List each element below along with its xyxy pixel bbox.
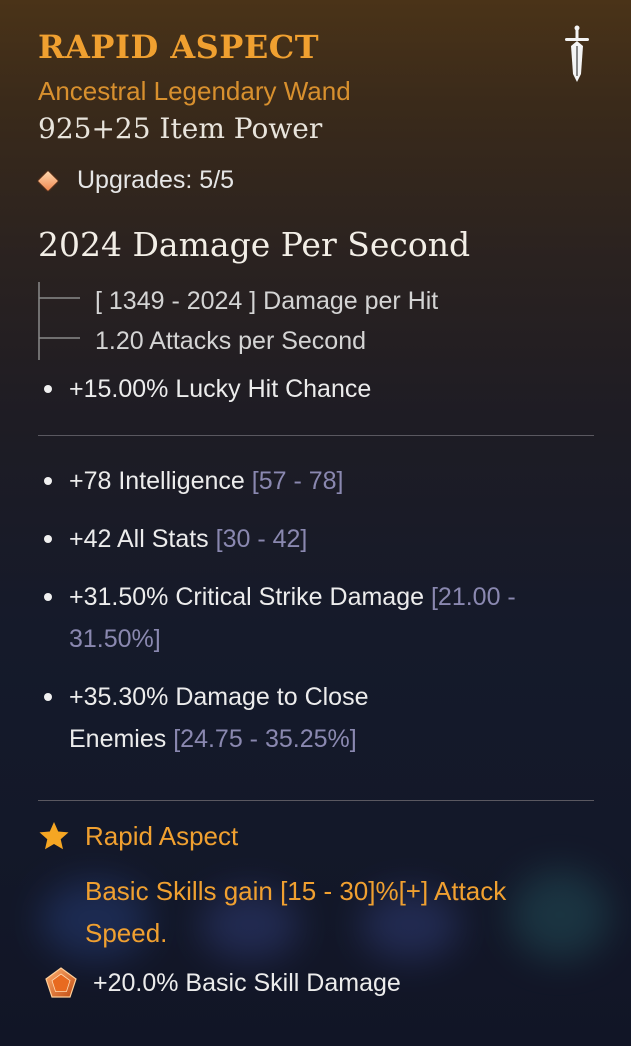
bullet-icon — [44, 693, 52, 701]
aspect-description: Basic Skills gain [15 - 30]%[+] Attack S… — [85, 876, 507, 948]
affix-text: +15.00% Lucky Hit Chance — [69, 375, 372, 403]
affix-text: +78 Intelligence — [69, 467, 252, 495]
upgrades-row: Upgrades: 5/5 — [38, 166, 234, 195]
upgrades-label: Upgrades: 5/5 — [77, 166, 235, 194]
item-title: RAPID ASPECT — [38, 28, 320, 66]
socketed-gem-row: +20.0% Basic Skill Damage — [44, 966, 401, 1000]
gem-bonus-text: +20.0% Basic Skill Damage — [93, 968, 401, 997]
bullet-icon — [44, 535, 52, 543]
aspect-header: Rapid Aspect — [38, 820, 238, 852]
star-icon — [39, 822, 69, 850]
bullet-icon — [44, 385, 52, 393]
damage-per-hit: [ 1349 - 2024 ] Damage per Hit — [95, 287, 439, 315]
item-power: 925+25 Item Power — [38, 112, 323, 145]
dagger-icon — [565, 25, 589, 82]
bullet-icon — [44, 477, 52, 485]
affix-row: +35.30% Damage to Close Enemies [24.75 -… — [44, 676, 444, 760]
affix-row: +42 All Stats [30 - 42] — [44, 518, 584, 560]
attacks-per-second: 1.20 Attacks per Second — [95, 327, 367, 355]
item-subtitle: Ancestral Legendary Wand — [38, 76, 351, 106]
affix-range: [57 - 78] — [251, 467, 344, 495]
item-tooltip: RAPID ASPECT Ancestral Legendary Wand 92… — [0, 0, 631, 1046]
affix-row: +78 Intelligence [57 - 78] — [44, 460, 584, 502]
divider — [38, 800, 594, 801]
affix-range: [24.75 - 35.25%] — [173, 725, 357, 753]
upgrade-diamond-icon — [38, 170, 58, 191]
affix-row: +31.50% Critical Strike Damage [21.00 - … — [44, 576, 584, 660]
implicit-affix: +15.00% Lucky Hit Chance — [44, 368, 584, 410]
affix-text: +42 All Stats — [69, 525, 216, 553]
divider — [38, 435, 594, 436]
stat-branch-lines — [38, 282, 80, 360]
pentagon-gem-icon — [45, 967, 77, 998]
damage-per-second: 2024 Damage Per Second — [38, 225, 471, 264]
bullet-icon — [44, 593, 52, 601]
aspect-name: Rapid Aspect — [85, 820, 239, 851]
affix-range: [30 - 42] — [215, 525, 308, 553]
affix-text: +31.50% Critical Strike Damage — [69, 583, 431, 611]
